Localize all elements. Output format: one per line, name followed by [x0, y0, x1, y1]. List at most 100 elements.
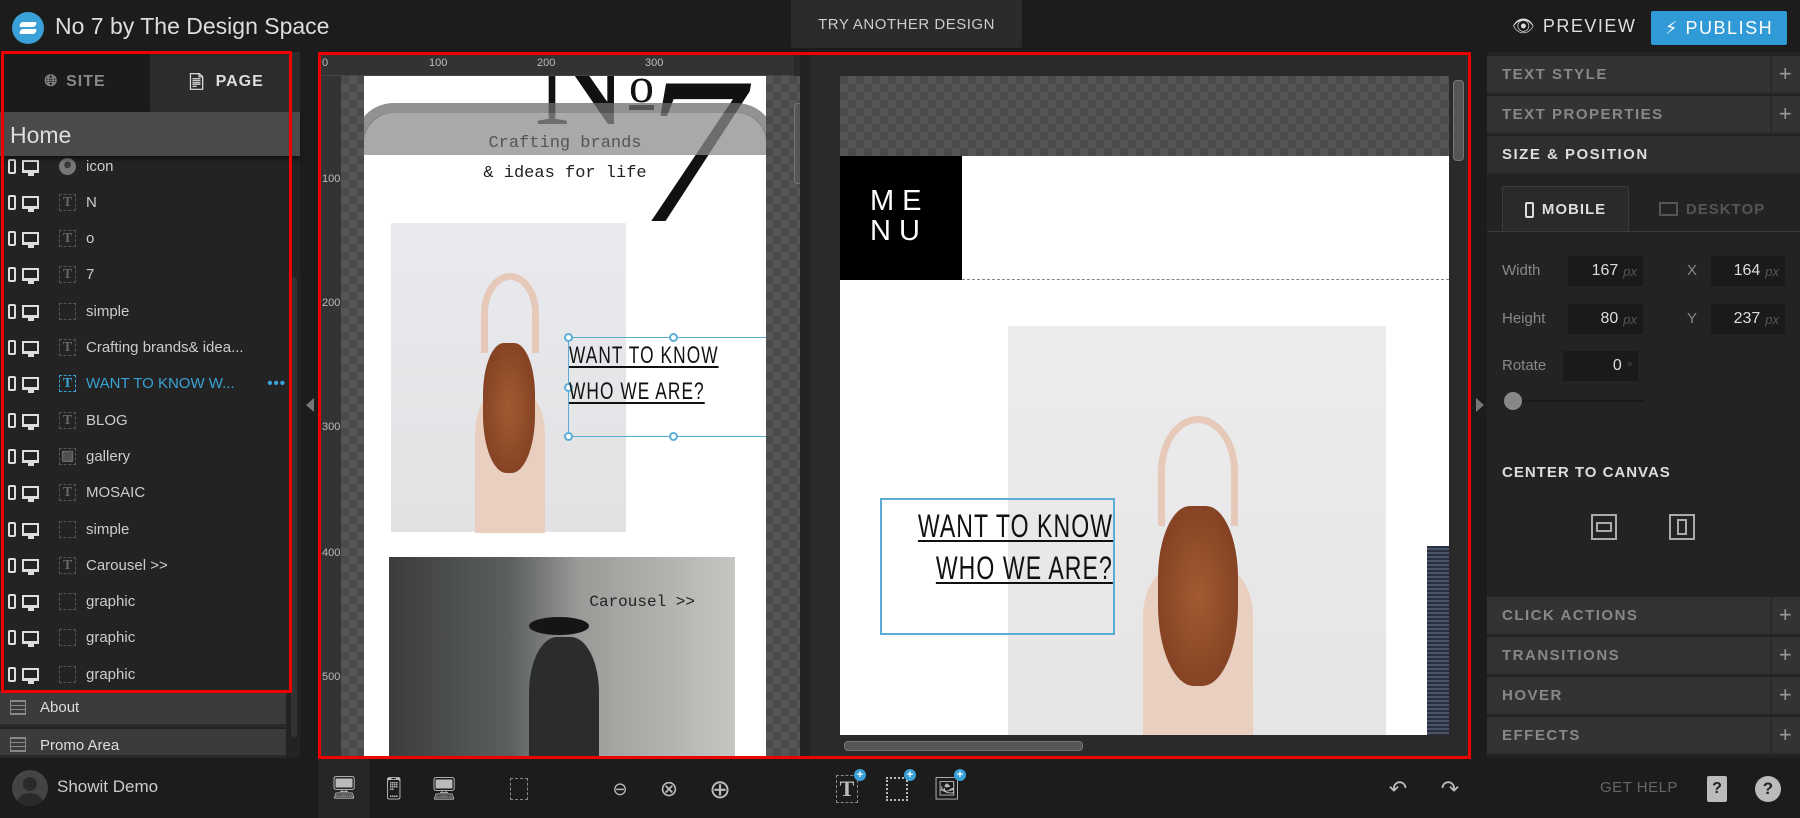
section-text-properties[interactable]: TEXT PROPERTIES +	[1487, 96, 1800, 134]
both-views-button[interactable]: 🖥︎	[318, 758, 370, 818]
desktop-visibility-icon[interactable]	[22, 268, 39, 285]
desktop-vertical-scrollbar[interactable]	[1453, 80, 1464, 161]
desktop-visibility-icon[interactable]	[22, 377, 39, 394]
mobile-visibility-icon[interactable]	[8, 485, 16, 501]
zoom-reset-button[interactable]: ⊗	[654, 774, 684, 804]
desktop-view-button[interactable]: 🖥︎	[429, 774, 459, 804]
desktop-visibility-icon[interactable]	[22, 595, 39, 612]
page-title[interactable]: Home	[0, 112, 300, 156]
collapse-left-icon[interactable]	[306, 398, 314, 412]
desktop-visibility-icon[interactable]	[22, 486, 39, 503]
help-chat-button[interactable]: ?	[1753, 774, 1783, 804]
desktop-page[interactable]: ME NU WANT TO KNOW WHO WE ARE?	[840, 76, 1449, 735]
layer-item[interactable]: T MOSAIC	[0, 475, 290, 511]
tab-mobile[interactable]: MOBILE	[1502, 186, 1629, 232]
rotate-slider[interactable]	[1504, 400, 1644, 402]
layer-item[interactable]: T WANT TO KNOW W... •••	[0, 366, 290, 402]
section-text-style[interactable]: TEXT STYLE +	[1487, 56, 1800, 94]
redo-button[interactable]: ↷	[1435, 774, 1465, 804]
desktop-visibility-icon[interactable]	[22, 631, 39, 648]
more-options-icon[interactable]: •••	[267, 375, 286, 392]
layer-item[interactable]: simple	[0, 293, 290, 329]
tagline-line-1[interactable]: Crafting brands	[364, 134, 766, 153]
mobile-visibility-icon[interactable]	[8, 630, 16, 646]
mobile-visibility-icon[interactable]	[8, 303, 16, 319]
rotate-input[interactable]: 0 °	[1563, 351, 1638, 381]
add-text-button[interactable]: T +	[832, 769, 866, 804]
desktop-visibility-icon[interactable]	[22, 558, 39, 575]
page-item-about[interactable]: About	[0, 691, 286, 727]
tab-page[interactable]: 📄︎ PAGE	[150, 52, 300, 112]
showit-logo[interactable]	[12, 12, 44, 44]
desktop-horizontal-scrollbar[interactable]	[844, 741, 1083, 751]
avatar[interactable]	[12, 770, 48, 806]
textured-graphic[interactable]	[1427, 546, 1449, 735]
rotate-slider-knob[interactable]	[1504, 392, 1522, 410]
resize-handle[interactable]	[669, 333, 678, 342]
mobile-visibility-icon[interactable]	[8, 267, 16, 283]
x-input[interactable]: 164 px	[1711, 256, 1785, 286]
layer-item[interactable]: graphic	[0, 656, 290, 692]
user-name[interactable]: Showit Demo	[57, 777, 158, 797]
grid-toggle-button[interactable]	[504, 774, 534, 804]
resize-handle[interactable]	[669, 432, 678, 441]
section-click-actions[interactable]: CLICK ACTIONS +	[1487, 597, 1800, 635]
mobile-visibility-icon[interactable]	[8, 194, 16, 210]
plus-icon[interactable]: +	[1770, 717, 1800, 753]
man-photo[interactable]: Carousel >>	[389, 557, 735, 758]
zoom-in-button[interactable]: ⊕	[705, 774, 735, 804]
layer-item[interactable]: graphic	[0, 620, 290, 656]
publish-button[interactable]: ⚡︎ PUBLISH	[1651, 11, 1787, 45]
desktop-visibility-icon[interactable]	[22, 522, 39, 539]
layer-item[interactable]: T Crafting brands& idea...	[0, 330, 290, 366]
width-input[interactable]: 167 px	[1568, 256, 1643, 286]
mobile-visibility-icon[interactable]	[8, 594, 16, 610]
mobile-visibility-icon[interactable]	[8, 158, 16, 174]
plus-icon[interactable]: +	[1770, 96, 1800, 132]
layer-item[interactable]: graphic	[0, 584, 290, 620]
desktop-visibility-icon[interactable]	[22, 667, 39, 684]
try-another-design-button[interactable]: TRY ANOTHER DESIGN	[791, 0, 1022, 48]
preview-button[interactable]: 👁︎ PREVIEW	[1512, 16, 1636, 37]
mobile-visibility-icon[interactable]	[8, 666, 16, 682]
desktop-text-box[interactable]: WANT TO KNOW WHO WE ARE?	[880, 498, 1115, 635]
help-docs-button[interactable]: ?	[1702, 774, 1732, 804]
add-image-button[interactable]: 🖼︎ +	[932, 769, 966, 804]
selected-text-box[interactable]: WANT TO KNOW WHO WE ARE?	[564, 333, 766, 441]
menu-button[interactable]: ME NU	[840, 156, 962, 280]
tab-desktop[interactable]: DESKTOP	[1637, 186, 1787, 232]
section-size-position[interactable]: SIZE & POSITION	[1487, 136, 1800, 174]
mobile-visibility-icon[interactable]	[8, 521, 16, 537]
center-vertical-icon[interactable]	[1669, 514, 1695, 540]
zoom-out-button[interactable]: ⊖	[605, 774, 635, 804]
mobile-visibility-icon[interactable]	[8, 412, 16, 428]
get-help-label[interactable]: GET HELP	[1600, 779, 1678, 796]
plus-icon[interactable]: +	[1770, 677, 1800, 713]
layer-item[interactable]: T7	[0, 257, 290, 293]
desktop-visibility-icon[interactable]	[22, 304, 39, 321]
layer-item[interactable]: TN	[0, 184, 290, 220]
page-item-promo-area[interactable]: Promo Area	[0, 729, 286, 758]
desktop-visibility-icon[interactable]	[22, 159, 39, 176]
desktop-visibility-icon[interactable]	[22, 232, 39, 249]
mobile-visibility-icon[interactable]	[8, 340, 16, 355]
desktop-visibility-icon[interactable]	[22, 449, 39, 466]
desktop-visibility-icon[interactable]	[22, 413, 39, 430]
height-input[interactable]: 80 px	[1568, 304, 1643, 334]
layer-item[interactable]: T Carousel >>	[0, 547, 290, 583]
carousel-link[interactable]: Carousel >>	[589, 593, 695, 611]
mobile-page[interactable]: N o 7 Crafting brands & ideas for life W…	[364, 76, 766, 758]
mobile-visibility-icon[interactable]	[8, 557, 16, 573]
mobile-visibility-icon[interactable]	[8, 448, 16, 464]
mobile-view-button[interactable]: 📱︎	[379, 774, 409, 804]
plus-icon[interactable]: +	[1770, 597, 1800, 633]
section-transitions[interactable]: TRANSITIONS +	[1487, 637, 1800, 675]
view-divider[interactable]	[800, 52, 810, 758]
layer-item[interactable]: To	[0, 221, 290, 257]
add-shape-button[interactable]: +	[882, 769, 916, 804]
desktop-visibility-icon[interactable]	[22, 341, 39, 357]
resize-handle[interactable]	[564, 432, 573, 441]
resize-handle[interactable]	[564, 333, 573, 342]
section-hover[interactable]: HOVER +	[1487, 677, 1800, 715]
layer-item[interactable]: simple	[0, 511, 290, 547]
